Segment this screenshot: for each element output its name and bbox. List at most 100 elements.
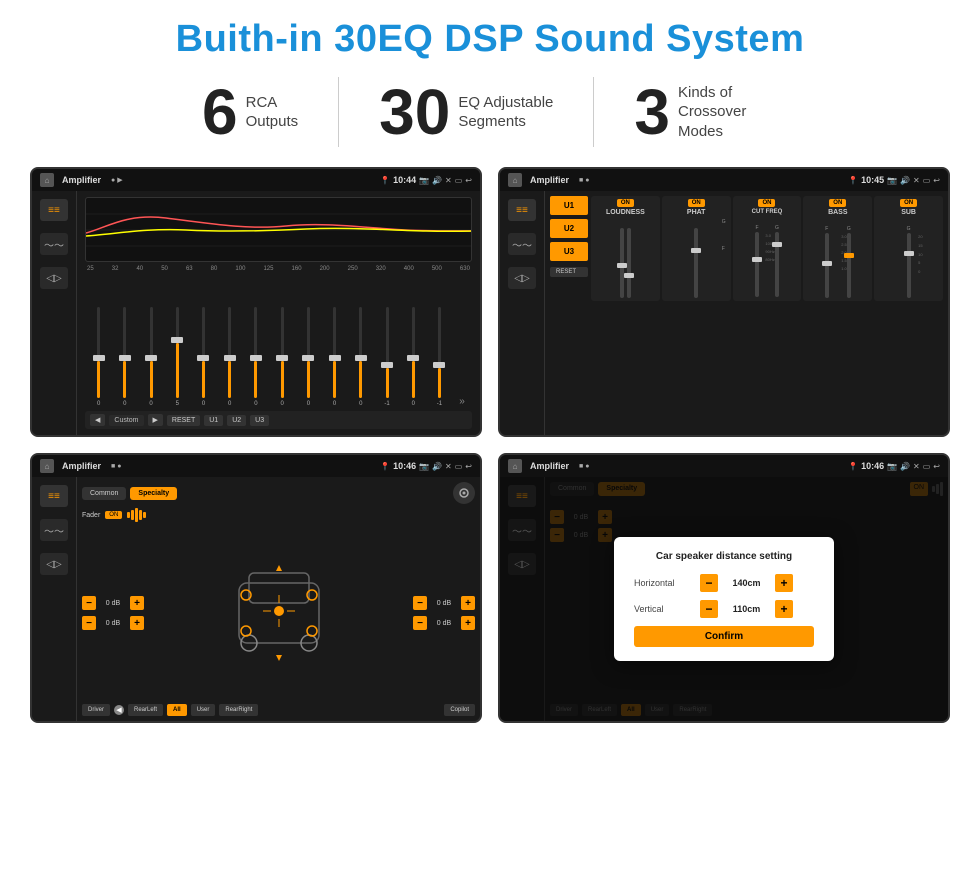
- eq-u2-btn[interactable]: U2: [227, 415, 246, 426]
- eq-u1-btn[interactable]: U1: [204, 415, 223, 426]
- fader-on[interactable]: ON: [105, 511, 122, 519]
- sub-label: SUB: [901, 209, 916, 216]
- home-icon-2[interactable]: ⌂: [508, 173, 522, 187]
- loudness-slider-1[interactable]: [620, 228, 624, 298]
- eq-slider-13[interactable]: -1: [428, 307, 451, 407]
- eq-bottom-controls: ◀ Custom ▶ RESET U1 U2 U3: [85, 411, 472, 429]
- db-controls-left: − 0 dB + − 0 dB +: [82, 526, 144, 700]
- db-plus-3[interactable]: +: [461, 596, 475, 610]
- crossover-presets: U1 U2 U3 RESET: [550, 196, 588, 430]
- eq-slider-3[interactable]: 5: [166, 307, 189, 407]
- db-minus-2[interactable]: −: [82, 616, 96, 630]
- horizontal-plus[interactable]: +: [775, 574, 793, 592]
- speaker-icon-2[interactable]: ◁▷: [508, 267, 536, 289]
- spk-all[interactable]: All: [167, 704, 187, 716]
- home-icon-3[interactable]: ⌂: [40, 459, 54, 473]
- eq-slider-8[interactable]: 0: [297, 307, 320, 407]
- tab-specialty[interactable]: Specialty: [130, 487, 177, 500]
- eq-reset-btn[interactable]: RESET: [167, 415, 200, 426]
- eq-slider-12[interactable]: 0: [402, 307, 425, 407]
- left-arrow-icon[interactable]: ◀: [114, 705, 124, 715]
- eq-u3-btn[interactable]: U3: [250, 415, 269, 426]
- vol-icon-1: 🔊: [432, 176, 442, 185]
- loudness-slider-2[interactable]: [627, 228, 631, 298]
- eq-slider-6[interactable]: 0: [244, 307, 267, 407]
- preset-u1[interactable]: U1: [550, 196, 588, 215]
- location-icon-1: 📍: [380, 176, 390, 185]
- status-bar-2: ⌂ Amplifier ■ ● 📍 10:45 📷 🔊 ✕ ▭ ↩: [500, 169, 948, 191]
- status-icons-1: 📍 10:44 📷 🔊 ✕ ▭ ↩: [380, 175, 472, 185]
- eq-play-btn[interactable]: ▶: [148, 414, 163, 426]
- preset-u3[interactable]: U3: [550, 242, 588, 261]
- eq-slider-11[interactable]: -1: [375, 307, 398, 407]
- eq-graph-svg: [86, 198, 471, 261]
- eq-icon-2[interactable]: ≡≡: [508, 199, 536, 221]
- eq-slider-4[interactable]: 0: [192, 307, 215, 407]
- db-value-4: 0 dB: [430, 620, 458, 627]
- vol-icon-3: 🔊: [432, 462, 442, 471]
- module-loudness: ON LOUDNESS: [591, 196, 660, 301]
- eq-slider-2[interactable]: 0: [139, 307, 162, 407]
- vertical-minus[interactable]: −: [700, 600, 718, 618]
- eq-icon-3[interactable]: ≡≡: [40, 485, 68, 507]
- phat-on[interactable]: ON: [688, 199, 705, 207]
- eq-slider-0[interactable]: 0: [87, 307, 110, 407]
- bass-on[interactable]: ON: [829, 199, 846, 207]
- screen-distance: ⌂ Amplifier ■ ● 📍 10:46 📷 🔊 ✕ ▭ ↩ ≡≡ 〜〜: [498, 453, 950, 723]
- eq-slider-7[interactable]: 0: [271, 307, 294, 407]
- eq-slider-9[interactable]: 0: [323, 307, 346, 407]
- eq-preset-btn[interactable]: Custom: [109, 415, 143, 426]
- close-icon-3: ✕: [445, 462, 452, 471]
- rect-icon-1: ▭: [455, 176, 463, 185]
- eq-slider-5[interactable]: 0: [218, 307, 241, 407]
- db-minus-3[interactable]: −: [413, 596, 427, 610]
- stat-crossover-number: 3: [634, 80, 670, 144]
- status-icons-3: 📍 10:46 📷 🔊 ✕ ▭ ↩: [380, 461, 472, 471]
- crossover-main: U1 U2 U3 RESET ON LOUDNESS: [545, 191, 948, 435]
- eq-icon[interactable]: ≡≡: [40, 199, 68, 221]
- play-indicator-1: ● ▶: [111, 176, 123, 184]
- horizontal-minus[interactable]: −: [700, 574, 718, 592]
- time-2: 10:45: [861, 175, 884, 185]
- confirm-button[interactable]: Confirm: [634, 626, 814, 647]
- eq-slider-10[interactable]: 0: [349, 307, 372, 407]
- spk-rearright[interactable]: RearRight: [219, 704, 258, 716]
- eq-slider-1[interactable]: 0: [113, 307, 136, 407]
- stat-rca-label: RCAOutputs: [246, 93, 299, 132]
- db-plus-2[interactable]: +: [130, 616, 144, 630]
- wave-icon-2[interactable]: 〜〜: [508, 233, 536, 255]
- home-icon-1[interactable]: ⌂: [40, 173, 54, 187]
- loudness-sliders: [620, 218, 631, 298]
- status-dots-4: ■ ●: [579, 463, 589, 470]
- settings-icon[interactable]: [453, 482, 475, 504]
- home-icon-4[interactable]: ⌂: [508, 459, 522, 473]
- spk-user[interactable]: User: [191, 704, 216, 716]
- loudness-on[interactable]: ON: [617, 199, 634, 207]
- eq-prev-btn[interactable]: ◀: [90, 414, 105, 426]
- db-minus-4[interactable]: −: [413, 616, 427, 630]
- sub-on[interactable]: ON: [900, 199, 917, 207]
- speaker-icon-3[interactable]: ◁▷: [40, 553, 68, 575]
- speaker-tabs: Common Specialty: [82, 482, 475, 504]
- xover-top-row: ON LOUDNESS: [591, 196, 943, 301]
- vertical-plus[interactable]: +: [775, 600, 793, 618]
- db-plus-1[interactable]: +: [130, 596, 144, 610]
- db-plus-4[interactable]: +: [461, 616, 475, 630]
- status-bar-4: ⌂ Amplifier ■ ● 📍 10:46 📷 🔊 ✕ ▭ ↩: [500, 455, 948, 477]
- spk-copilot[interactable]: Copilot: [444, 704, 475, 716]
- wave-icon[interactable]: 〜〜: [40, 233, 68, 255]
- fader-row: Fader ON: [82, 508, 475, 522]
- spk-driver[interactable]: Driver: [82, 704, 110, 716]
- db-minus-1[interactable]: −: [82, 596, 96, 610]
- cam-icon-1: 📷: [419, 176, 429, 185]
- tab-common[interactable]: Common: [82, 487, 126, 500]
- preset-u2[interactable]: U2: [550, 219, 588, 238]
- speaker-icon[interactable]: ◁▷: [40, 267, 68, 289]
- status-bar-3: ⌂ Amplifier ■ ● 📍 10:46 📷 🔊 ✕ ▭ ↩: [32, 455, 480, 477]
- wave-icon-3[interactable]: 〜〜: [40, 519, 68, 541]
- crossover-reset[interactable]: RESET: [550, 267, 588, 277]
- spk-rearleft[interactable]: RearLeft: [128, 704, 163, 716]
- db-controls-right: − 0 dB + − 0 dB +: [413, 526, 475, 700]
- db-value-3: 0 dB: [430, 600, 458, 607]
- cutfreq-on[interactable]: ON: [758, 199, 775, 207]
